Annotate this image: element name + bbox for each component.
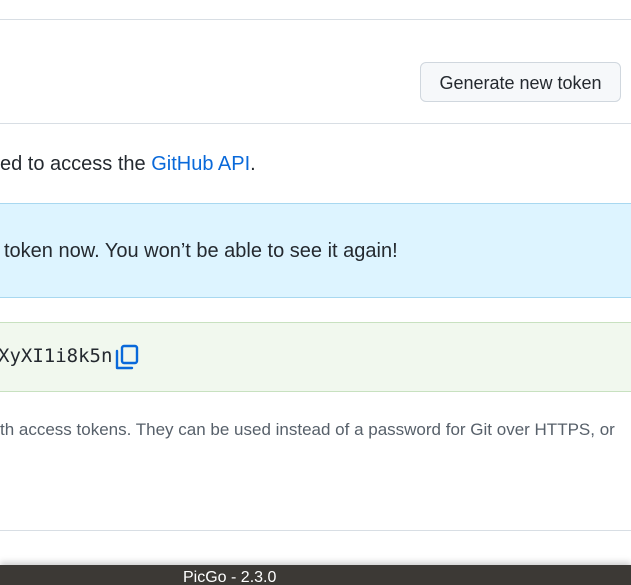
tokens-description: ed to access the GitHub API.: [0, 152, 256, 176]
token-usage-note: th access tokens. They can be used inste…: [0, 420, 615, 439]
copy-icon[interactable]: [114, 343, 140, 371]
taskbar: PicGo - 2.3.0: [0, 565, 631, 585]
bottom-divider: [0, 530, 631, 531]
warning-message: token now. You won’t be able to see it a…: [4, 240, 398, 262]
github-api-link[interactable]: GitHub API: [151, 153, 250, 175]
taskbar-app-title[interactable]: PicGo - 2.3.0: [183, 569, 276, 585]
generate-new-token-button[interactable]: Generate new token: [420, 62, 621, 102]
token-settings-page: Generate new token ed to access the GitH…: [0, 0, 631, 585]
copy-token-warning-banner: token now. You won’t be able to see it a…: [0, 203, 631, 298]
token-value[interactable]: XyXI1i8k5n: [0, 343, 112, 369]
new-token-box: XyXI1i8k5n: [0, 322, 631, 392]
top-divider: [0, 19, 631, 20]
header-divider: [0, 123, 631, 124]
description-suffix: .: [250, 153, 256, 175]
description-prefix: ed to access the: [0, 153, 152, 175]
